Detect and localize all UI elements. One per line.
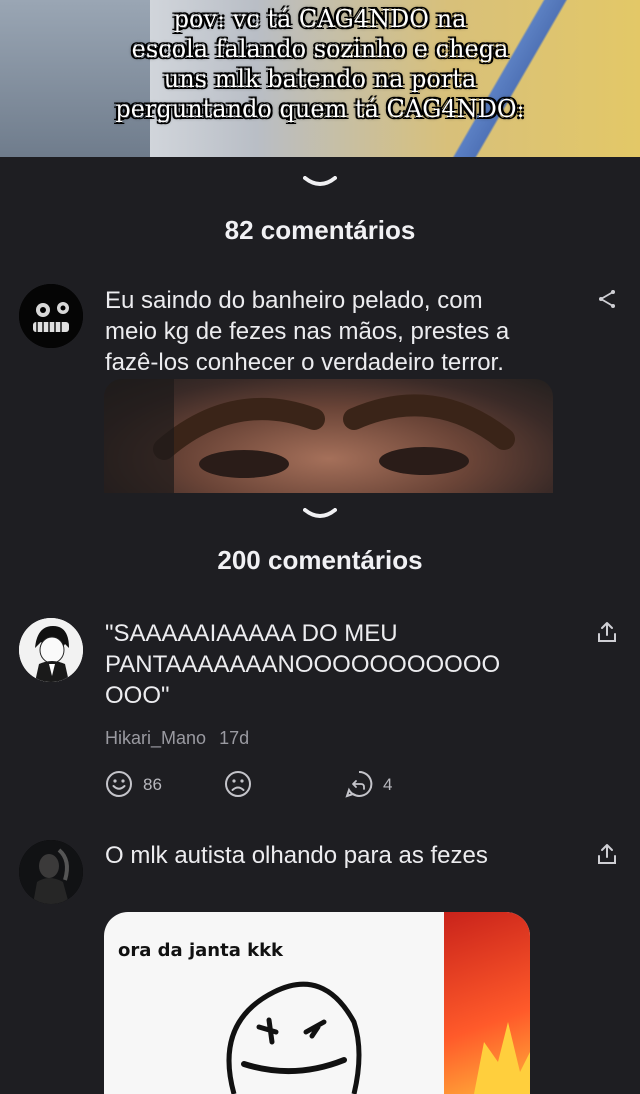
meme-caption-line: escola falando sozinho e chega — [131, 35, 509, 63]
upload-icon[interactable] — [596, 842, 618, 866]
comment-meta: Hikari_Mano 17d — [105, 728, 249, 749]
meme-caption: pov: vc tá CAG4NDO na escola falando soz… — [0, 4, 640, 124]
image-fire-detail — [474, 1022, 530, 1094]
anime-character-avatar-icon — [19, 618, 83, 682]
comment-text-line: Eu saindo do banheiro pelado, com — [105, 287, 483, 314]
comment-text: Eu saindo do banheiro pelado, com meio k… — [105, 285, 565, 378]
reply-icon[interactable] — [345, 770, 373, 798]
meme-caption-line: uns mlk batendo na porta — [163, 65, 477, 93]
chevron-down-icon[interactable] — [303, 176, 337, 188]
reply-count: 4 — [383, 775, 393, 794]
smile-icon[interactable] — [105, 770, 133, 798]
upload-icon[interactable] — [596, 620, 618, 644]
comment-count[interactable]: 82 comentários — [0, 215, 640, 246]
troll-face-drawing — [226, 981, 362, 1094]
angry-face-image — [104, 379, 515, 493]
comment-text-line: OOO" — [105, 682, 170, 709]
dark-skull-avatar-icon — [19, 284, 83, 348]
timestamp: 17d — [219, 728, 250, 748]
comment-text-line: PANTAAAAAAANOOOOOOOOOOO — [105, 651, 501, 678]
chevron-down-icon[interactable] — [303, 508, 337, 520]
meme-caption-line: perguntando quem tá CAG4NDO: — [115, 95, 525, 123]
dark-person-avatar-icon — [19, 840, 83, 904]
avatar[interactable] — [19, 840, 83, 904]
share-icon[interactable] — [596, 288, 618, 310]
meme-image[interactable]: pov: vc tá CAG4NDO na escola falando soz… — [0, 0, 640, 157]
author-name[interactable]: Hikari_Mano — [105, 728, 206, 748]
avatar[interactable] — [19, 284, 83, 348]
image-caption: ora da janta kkk — [118, 940, 284, 961]
comment-image[interactable] — [104, 379, 553, 493]
comment-text: "SAAAAAIAAAAA DO MEU PANTAAAAAAANOOOOOOO… — [105, 618, 565, 711]
comment-image[interactable]: ora da janta kkk — [104, 912, 530, 1094]
frown-icon[interactable] — [224, 770, 252, 798]
meme-caption-line: pov: vc tá CAG4NDO na — [173, 5, 467, 33]
avatar[interactable] — [19, 618, 83, 682]
smile-count: 86 — [143, 775, 162, 794]
comment-count[interactable]: 200 comentários — [0, 545, 640, 576]
comment-text-line: meio kg de fezes nas mãos, prestes a — [105, 318, 510, 345]
comment-text-line: fazê-los conhecer o verdadeiro terror. — [105, 349, 504, 376]
comment-text-line: "SAAAAAIAAAAA DO MEU — [105, 620, 398, 647]
comment-text: O mlk autista olhando para as fezes — [105, 842, 488, 869]
